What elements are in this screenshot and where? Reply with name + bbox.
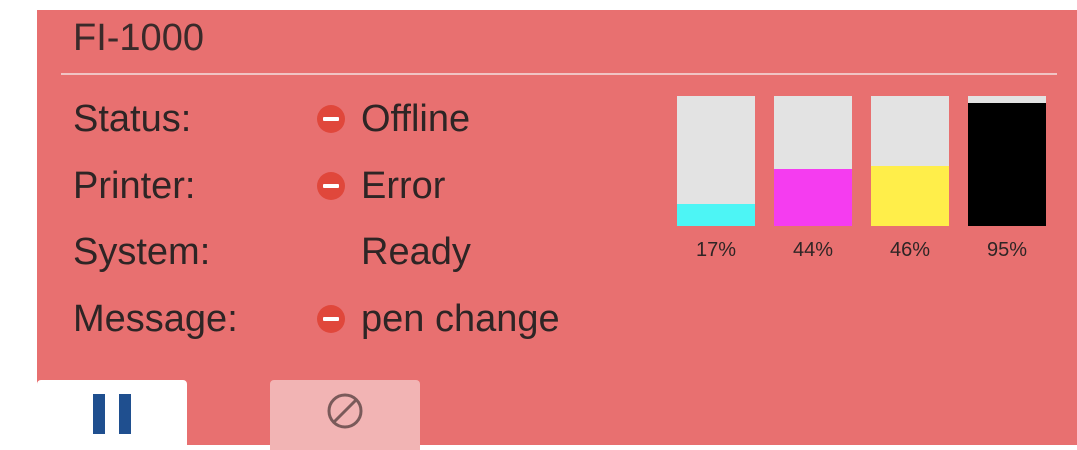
ink-fill-black	[968, 102, 1046, 226]
ink-label-yellow: 46%	[889, 239, 931, 261]
error-minus-icon	[317, 305, 345, 333]
error-minus-icon	[317, 172, 345, 200]
ink-label-magenta: 44%	[792, 239, 834, 261]
status-label: Status:	[73, 98, 192, 140]
status-row-status: Status: Offline	[73, 94, 653, 144]
ink-track	[774, 96, 852, 226]
ink-gauge-cyan: 17%	[677, 96, 755, 262]
message-value: pen change	[361, 298, 560, 340]
ink-track	[968, 96, 1046, 226]
ink-track	[871, 96, 949, 226]
cancel-icon	[327, 393, 363, 429]
printer-status-panel: FI-1000 Status: Offline Printer: Error S…	[37, 10, 1077, 445]
status-row-message: Message: pen change	[73, 294, 653, 344]
ink-fill-cyan	[677, 203, 755, 226]
cancel-button[interactable]	[270, 380, 420, 450]
ink-gauge-black: 95%	[968, 96, 1046, 262]
status-row-printer: Printer: Error	[73, 161, 653, 211]
printer-label: Printer:	[73, 165, 196, 207]
printer-value: Error	[361, 165, 446, 207]
title-divider	[61, 73, 1057, 75]
error-minus-icon	[317, 105, 345, 133]
system-value: Ready	[361, 231, 471, 273]
ink-fill-yellow	[871, 166, 949, 226]
ink-label-cyan: 17%	[695, 239, 737, 261]
ink-label-black: 95%	[986, 239, 1028, 261]
ink-gauge-yellow: 46%	[871, 96, 949, 262]
ink-fill-magenta	[774, 168, 852, 226]
ink-track	[677, 96, 755, 226]
message-label: Message:	[73, 298, 238, 340]
pause-icon	[93, 394, 133, 434]
status-value: Offline	[361, 98, 471, 140]
status-row-system: System: Ready	[73, 227, 653, 277]
system-label: System:	[73, 231, 211, 273]
device-title: FI-1000	[73, 17, 204, 59]
ink-gauge-magenta: 44%	[774, 96, 852, 262]
pause-button[interactable]	[37, 380, 187, 450]
